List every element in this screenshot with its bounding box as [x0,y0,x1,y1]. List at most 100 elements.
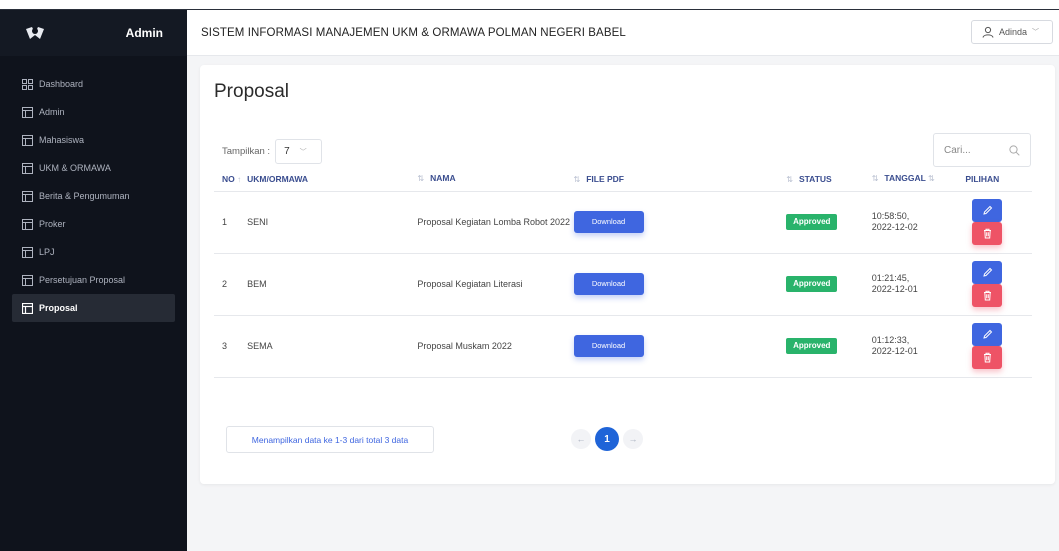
cell-date: 2022-12-01 [871,346,918,356]
sidebar-item-label: Proker [39,219,66,229]
cell-nama: Proposal Kegiatan Literasi [417,253,574,316]
search-icon [1009,145,1020,156]
cell-pilihan [965,253,1032,316]
column-header-pilihan: PILIHAN [965,167,1032,192]
cell-file: Download [573,253,787,316]
sidebar-item-label: UKM & ORMAWA [39,163,111,173]
delete-button[interactable] [972,284,1003,307]
download-button[interactable]: Download [573,335,644,357]
trash-icon [983,352,991,363]
sidebar-item-proposal[interactable]: Proposal [12,294,175,322]
column-label: FILE PDF [586,173,624,184]
column-header-ukm[interactable]: UKM/ORMAWA [247,167,418,192]
sidebar-item-admin[interactable]: Admin [12,98,175,126]
page-size-value: 7 [284,146,290,157]
row-actions [965,261,1009,307]
cell-no: 3 [214,315,248,378]
sidebar-item-ukm-ormawa[interactable]: UKM & ORMAWA [12,154,175,182]
table-info: Menampilkan data ke 1-3 dari total 3 dat… [226,426,434,453]
table-icon [22,162,33,174]
user-icon [982,26,994,38]
edit-button[interactable] [972,199,1003,222]
prev-page-button[interactable]: ← [571,429,591,449]
column-label: NO [222,173,235,184]
cell-file: Download [573,191,787,254]
page-size-label: Tampilkan : [222,146,271,157]
sidebar-item-dashboard[interactable]: Dashboard [12,70,175,98]
cell-nama: Proposal Muskam 2022 [417,315,574,378]
page-title: Proposal [214,81,289,102]
pagination: ← 1 → [571,427,643,451]
table-icon [22,190,33,202]
sidebar-item-persetujuan-proposal[interactable]: Persetujuan Proposal [12,266,175,294]
sort-icon: ⇅ [417,174,425,184]
sort-icon: ⇅ [871,174,879,184]
sidebar-item-label: Admin [39,107,65,117]
cell-time: 01:21:45, [871,273,910,283]
table-row: 1 SENI Proposal Kegiatan Lomba Robot 202… [214,191,1032,254]
next-page-button[interactable]: → [623,429,643,449]
sidebar-menu: Dashboard Admin Mahasiswa UKM & ORMAWA B… [0,56,187,322]
sidebar-item-berita[interactable]: Berita & Pengumuman [12,182,175,210]
page-1-button[interactable]: 1 [595,427,619,451]
download-button[interactable]: Download [573,273,644,295]
sidebar-item-proker[interactable]: Proker [12,210,175,238]
cell-file: Download [573,315,787,378]
status-badge: Approved [786,338,838,354]
status-badge: Approved [786,214,838,230]
sidebar-item-lpj[interactable]: LPJ [12,238,175,266]
sidebar-item-label: Proposal [39,303,78,313]
edit-button[interactable] [972,323,1003,346]
sidebar-brand[interactable]: Admin [0,10,187,56]
sidebar-item-label: Dashboard [39,79,84,89]
sidebar-item-mahasiswa[interactable]: Mahasiswa [12,126,175,154]
top-header: SISTEM INFORMASI MANAJEMEN UKM & ORMAWA … [187,10,1059,56]
chevron-down-icon: ﹀ [1032,29,1040,36]
pencil-icon [983,329,993,339]
column-label: TANGGAL [884,173,926,184]
table-icon [22,106,33,118]
column-header-tanggal[interactable]: ⇅ TANGGAL ⇅ [871,167,966,192]
sidebar-item-label: Mahasiswa [39,135,85,145]
cell-pilihan [965,315,1032,378]
search-placeholder: Cari... [944,144,971,156]
sort-icon: ↑ [237,174,242,184]
edit-button[interactable] [972,261,1003,284]
column-header-no[interactable]: NO ↑ [214,167,248,192]
search-input[interactable]: Cari... [933,133,1031,167]
cell-status: Approved [786,315,872,378]
chevron-down-icon: ﹀ [299,148,307,156]
delete-button[interactable] [972,222,1003,245]
cell-tanggal: 01:12:33, 2022-12-01 [871,315,966,378]
column-header-status[interactable]: ⇅ STATUS [786,167,872,192]
cell-time: 10:58:50, [871,211,910,221]
brand-name: Admin [125,26,163,40]
table-icon [22,302,33,314]
grid-icon [22,78,33,90]
column-header-nama[interactable]: ⇅ NAMA [417,167,574,192]
table-row: 2 BEM Proposal Kegiatan Literasi Downloa… [214,253,1032,316]
status-badge: Approved [786,276,838,292]
column-header-file[interactable]: ⇅ FILE PDF [573,167,787,192]
row-actions [965,323,1009,369]
pencil-icon [983,267,993,277]
page-size-control: Tampilkan : 7 ﹀ [222,139,323,164]
row-actions [965,199,1009,245]
page-size-select[interactable]: 7 ﹀ [275,139,323,164]
cell-status: Approved [786,253,872,316]
sidebar-item-label: LPJ [39,247,55,257]
user-menu[interactable]: Adinda ﹀ [971,20,1053,44]
user-name: Adinda [999,27,1028,37]
delete-button[interactable] [972,346,1003,369]
cell-date: 2022-12-02 [871,222,918,232]
trash-icon [983,228,991,239]
cell-pilihan [965,191,1032,254]
cell-status: Approved [786,191,872,254]
table-icon [22,218,33,230]
table-header-row: NO ↑ UKM/ORMAWA ⇅ NAMA ⇅ FILE PDF ⇅ STATUS … [214,167,1032,192]
top-border [0,0,1059,10]
table-icon [22,246,33,258]
cell-ukm: BEM [247,253,418,316]
cell-tanggal: 10:58:50, 2022-12-02 [871,191,966,254]
download-button[interactable]: Download [573,211,644,233]
